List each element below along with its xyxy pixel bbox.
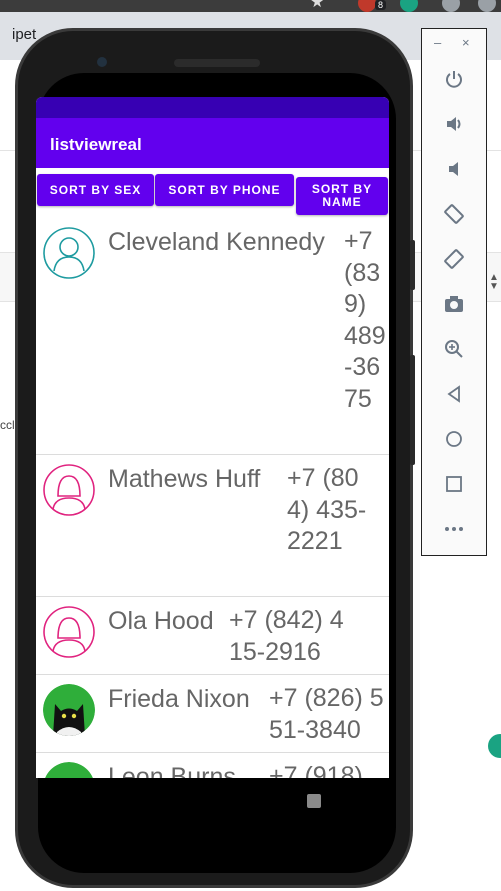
- extension-icon-2[interactable]: [442, 0, 460, 12]
- minimize-button[interactable]: –: [434, 35, 441, 50]
- app-screen: listviewreal SORT BY SEX SORT BY PHONE S…: [36, 97, 389, 778]
- recents-square-icon[interactable]: [307, 794, 321, 808]
- sort-by-name-button[interactable]: SORT BY NAME: [296, 177, 388, 215]
- sort-by-sex-button[interactable]: SORT BY SEX: [37, 174, 154, 206]
- avatar-male-icon: [43, 227, 95, 279]
- extension-icon[interactable]: [358, 0, 376, 12]
- browser-titlebar: ★ 8: [0, 0, 501, 12]
- front-camera: [97, 57, 107, 67]
- earpiece-speaker: [174, 59, 260, 67]
- list-item[interactable]: Mathews Huff +7 (804) 435-2221: [36, 455, 389, 597]
- contact-name: Frieda Nixon: [108, 685, 250, 713]
- rotate-right-icon[interactable]: [442, 247, 466, 271]
- camera-icon[interactable]: [442, 292, 466, 316]
- contact-name: Leon Burns: [108, 763, 236, 778]
- tab-title[interactable]: ipet: [12, 26, 36, 43]
- list-item[interactable]: Ola Hood +7 (842) 415-2916: [36, 597, 389, 675]
- close-button[interactable]: ×: [462, 35, 470, 50]
- extension-icon-3[interactable]: [478, 0, 496, 12]
- more-icon[interactable]: [442, 517, 466, 541]
- emulator-window-controls: – ×: [422, 29, 486, 59]
- app-title: listviewreal: [50, 135, 142, 154]
- home-icon[interactable]: [442, 427, 466, 451]
- emulator-toolbar: – ×: [421, 28, 487, 556]
- contact-phone: +7 (842) 415-2916: [229, 606, 344, 666]
- app-bar: listviewreal: [36, 118, 389, 168]
- overview-icon[interactable]: [442, 472, 466, 496]
- phone-volume-button: [410, 355, 415, 465]
- extension-badge: 8: [375, 0, 387, 10]
- list-item[interactable]: Frieda Nixon +7 (826) 551-3840: [36, 675, 389, 753]
- contact-phone: +7 (839) 489-3675: [344, 227, 386, 413]
- grammarly-floating-icon[interactable]: [488, 734, 501, 758]
- sort-arrows-icon[interactable]: ▲ ▼: [489, 273, 499, 292]
- avatar-cat-photo: [43, 762, 95, 778]
- avatar-female-icon: [43, 464, 95, 516]
- contact-phone: +7 (826) 551-3840: [269, 684, 384, 744]
- power-icon[interactable]: [442, 67, 466, 91]
- zoom-icon[interactable]: [442, 337, 466, 361]
- contact-phone: +7 (804) 435-2221: [287, 464, 367, 555]
- page-text-fragment: ccl: [0, 418, 15, 432]
- list-item[interactable]: Cleveland Kennedy +7 (839) 489-3675: [36, 218, 389, 455]
- grammarly-icon[interactable]: [400, 0, 418, 12]
- rotate-left-icon[interactable]: [442, 202, 466, 226]
- list-item[interactable]: Leon Burns +7 (918): [36, 753, 389, 778]
- back-icon[interactable]: [442, 382, 466, 406]
- contact-name: Cleveland Kennedy: [108, 228, 325, 256]
- contact-phone: +7 (918): [269, 762, 363, 778]
- star-icon[interactable]: ★: [310, 0, 328, 11]
- contact-name: Mathews Huff: [108, 465, 261, 493]
- phone-side-button: [410, 240, 415, 290]
- avatar-cat-photo: [43, 684, 95, 736]
- contact-name: Ola Hood: [108, 607, 214, 635]
- avatar-female-icon: [43, 606, 95, 658]
- sort-by-phone-button[interactable]: SORT BY PHONE: [155, 174, 294, 206]
- sort-buttons-row: SORT BY SEX SORT BY PHONE SORT BY NAME: [36, 168, 389, 218]
- status-bar: [36, 97, 389, 118]
- volume-up-icon[interactable]: [442, 112, 466, 136]
- volume-down-icon[interactable]: [442, 157, 466, 181]
